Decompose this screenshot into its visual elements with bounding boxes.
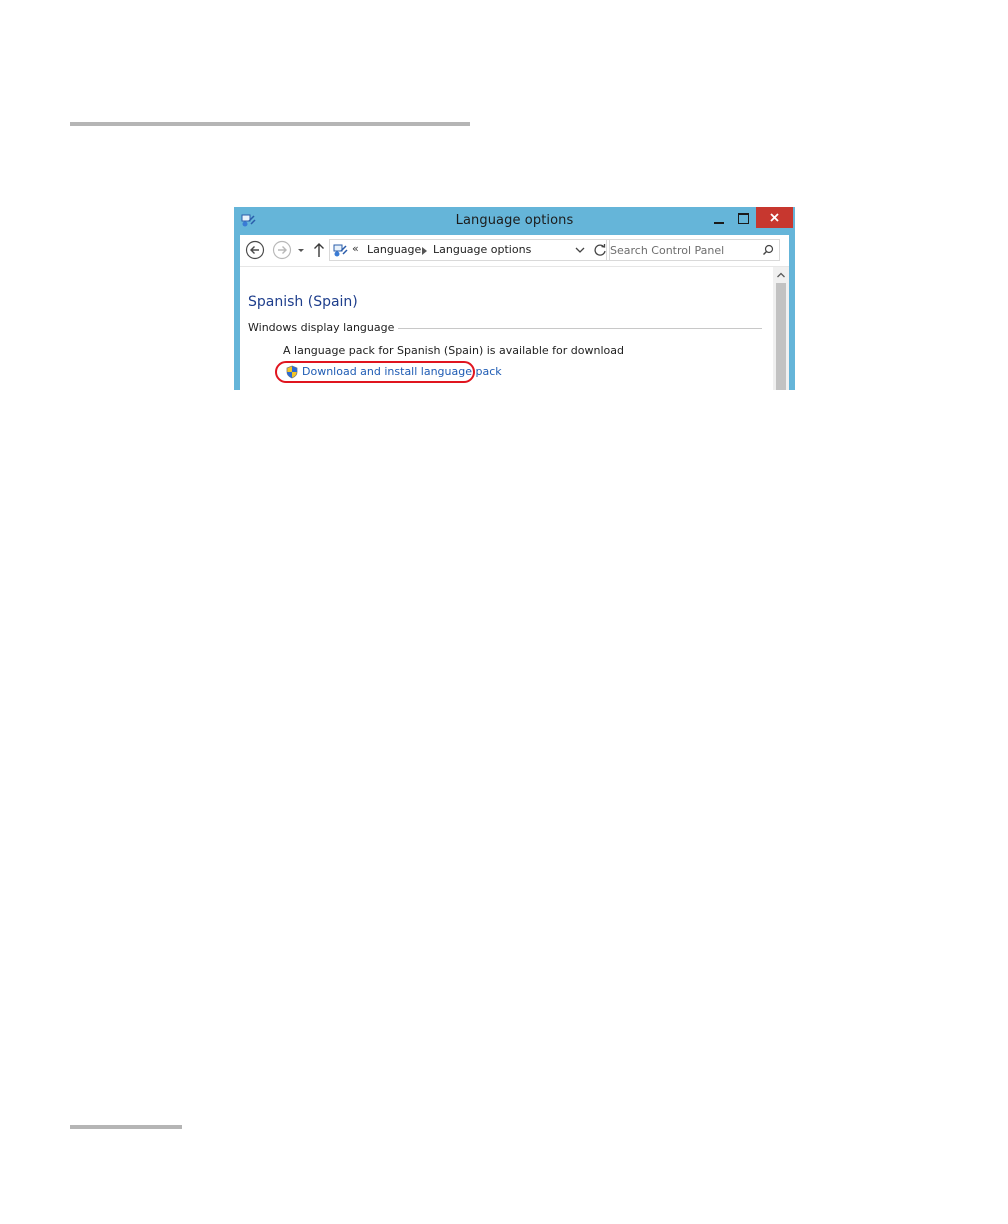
vertical-scrollbar[interactable] (773, 267, 789, 390)
scroll-up-icon[interactable] (776, 271, 786, 279)
address-bar[interactable]: « Language Language options (329, 239, 610, 261)
close-button[interactable] (756, 207, 793, 228)
section-label: Windows display language (248, 321, 399, 334)
navigation-bar: « Language Language options (240, 235, 789, 267)
title-bar[interactable]: Language options (234, 207, 795, 235)
search-input[interactable] (610, 241, 760, 259)
download-install-link[interactable]: Download and install language pack (302, 365, 502, 378)
breadcrumb-separator-icon[interactable] (422, 247, 427, 255)
forward-arrow-icon[interactable] (272, 240, 292, 260)
language-options-window: Language options « Language Language opt… (234, 207, 795, 390)
shield-icon (286, 365, 298, 379)
up-arrow-icon[interactable] (312, 241, 326, 259)
header-rule (70, 122, 470, 126)
search-box[interactable] (606, 239, 780, 261)
download-link-highlight[interactable]: Download and install language pack (275, 361, 502, 383)
maximize-button[interactable] (731, 210, 757, 230)
page-title: Spanish (Spain) (248, 294, 358, 310)
address-dropdown-icon[interactable] (574, 244, 586, 256)
breadcrumb-overflow[interactable]: « (352, 242, 359, 255)
breadcrumb-language[interactable]: Language (367, 243, 421, 256)
availability-text: A language pack for Spanish (Spain) is a… (283, 344, 624, 357)
breadcrumb-language-options[interactable]: Language options (433, 243, 531, 256)
back-arrow-icon[interactable] (245, 240, 265, 260)
control-panel-icon (333, 244, 348, 257)
search-icon[interactable] (762, 244, 774, 256)
chevron-down-icon[interactable] (296, 245, 306, 255)
footer-rule (70, 1125, 182, 1129)
scroll-thumb[interactable] (776, 283, 786, 390)
window-client: « Language Language options Search Contr… (240, 235, 789, 390)
minimize-button[interactable] (706, 210, 732, 230)
close-icon (770, 213, 779, 222)
content-pane: Spanish (Spain) Windows display language… (240, 267, 773, 390)
